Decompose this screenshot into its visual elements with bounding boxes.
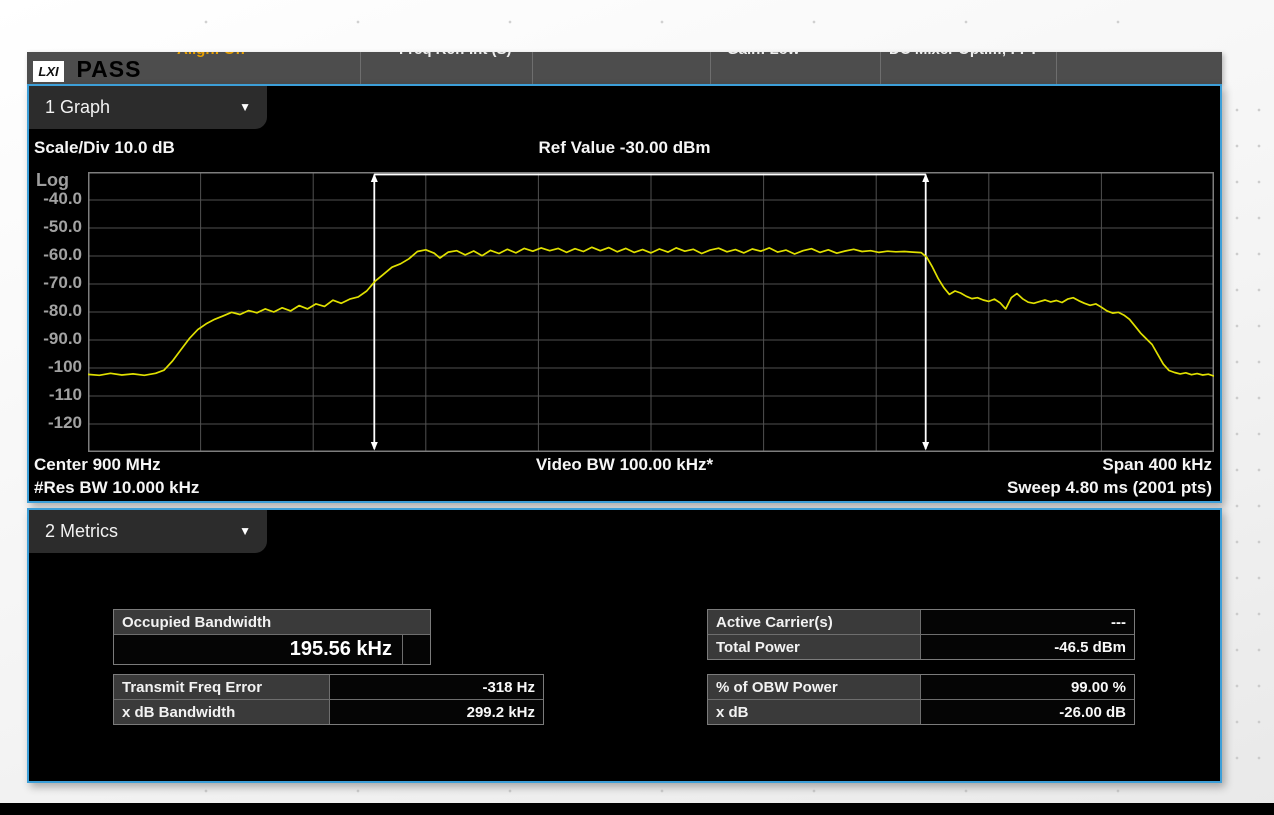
freq-error-table: Transmit Freq Error -318 Hz x dB Bandwid… [113,674,544,725]
status-bar-divider [1056,52,1057,84]
lxi-logo: LXI [33,61,64,82]
table-row: x dB -26.00 dB [708,699,1134,724]
y-tick-label: -100 [47,357,82,376]
table-row: Transmit Freq Error -318 Hz [114,675,543,699]
status-bar-divider [710,52,711,84]
y-tick-label: -70.0 [43,273,82,292]
metrics-window-tab-label: 2 Metrics [45,521,119,541]
chevron-down-icon[interactable]: ▼ [239,86,251,129]
background-dot-grid-bottom [130,787,1230,795]
power-table: Active Carrier(s) --- Total Power -46.5 … [707,609,1135,660]
graph-window: 1 Graph ▼ Scale/Div 10.0 dB Ref Value -3… [27,84,1222,503]
status-item-gain: Gain: Low [727,52,800,58]
xdb-bandwidth-label: x dB Bandwidth [114,700,330,724]
status-bar: LXI PASS Align: Off Freq Ref: Int (S) Ga… [27,52,1222,84]
y-tick-label: -120 [47,413,82,432]
graph-window-tab[interactable]: 1 Graph ▼ [29,86,267,129]
span-label: Span 400 kHz [1102,455,1212,474]
active-carriers-value: --- [921,610,1134,634]
spectrum-plot[interactable] [87,172,1215,452]
status-item-freq-ref: Freq Ref: Int (S) [399,52,512,58]
occupied-bandwidth-label: Occupied Bandwidth [114,610,430,634]
metrics-window-tab[interactable]: 2 Metrics ▼ [29,510,267,553]
sweep-label: Sweep 4.80 ms (2001 pts) [1006,478,1212,497]
pass-status-badge: PASS [76,56,142,82]
xdb-value: -26.00 dB [921,700,1134,724]
obw-power-percent-value: 99.00 % [921,675,1134,699]
y-tick-label: -80.0 [43,301,82,320]
xdb-label: x dB [708,700,921,724]
obw-power-percent-label: % of OBW Power [708,675,921,699]
y-tick-label: -60.0 [43,245,82,264]
video-bw-label: Video BW 100.00 kHz* [535,455,714,474]
background-dot-grid-right [1226,92,1262,792]
status-item-mixer-optim: DC Mixer Optim; FFT [889,52,1038,58]
chevron-down-icon[interactable]: ▼ [239,510,251,553]
y-tick-label: -40.0 [43,189,82,208]
y-tick-label: -90.0 [43,329,82,348]
status-bar-divider [360,52,361,84]
table-row: Active Carrier(s) --- [708,610,1134,634]
table-row: x dB Bandwidth 299.2 kHz [114,699,543,724]
table-row: Total Power -46.5 dBm [708,634,1134,659]
metrics-window: 2 Metrics ▼ Occupied Bandwidth 195.56 kH… [27,508,1222,783]
active-carriers-label: Active Carrier(s) [708,610,921,634]
y-tick-label: -50.0 [43,217,82,236]
occupied-bandwidth-table: Occupied Bandwidth 195.56 kHz [113,609,431,665]
transmit-freq-error-label: Transmit Freq Error [114,675,330,699]
status-item-align: Align: Off [177,52,245,58]
occupied-bandwidth-endcap [402,635,430,664]
total-power-value: -46.5 dBm [921,635,1134,659]
table-row: % of OBW Power 99.00 % [708,675,1134,699]
ref-value-label: Ref Value -30.00 dBm [538,138,711,157]
table-row: 195.56 kHz [114,634,430,664]
bottom-black-bar [0,803,1274,815]
y-axis-labels: -40.0 -50.0 -60.0 -70.0 -80.0 -90.0 -100 -110 -1… [29,172,84,452]
occupied-bandwidth-value: 195.56 kHz [114,635,402,664]
status-bar-divider [532,52,533,84]
obw-power-table: % of OBW Power 99.00 % x dB -26.00 dB [707,674,1135,725]
graph-window-tab-label: 1 Graph [45,97,111,117]
status-bar-divider [880,52,881,84]
transmit-freq-error-value: -318 Hz [330,675,543,699]
res-bw-label: #Res BW 10.000 kHz [34,478,200,497]
background-dot-grid-top [130,18,1230,26]
total-power-label: Total Power [708,635,921,659]
xdb-bandwidth-value: 299.2 kHz [330,700,543,724]
y-tick-label: -110 [48,385,82,404]
